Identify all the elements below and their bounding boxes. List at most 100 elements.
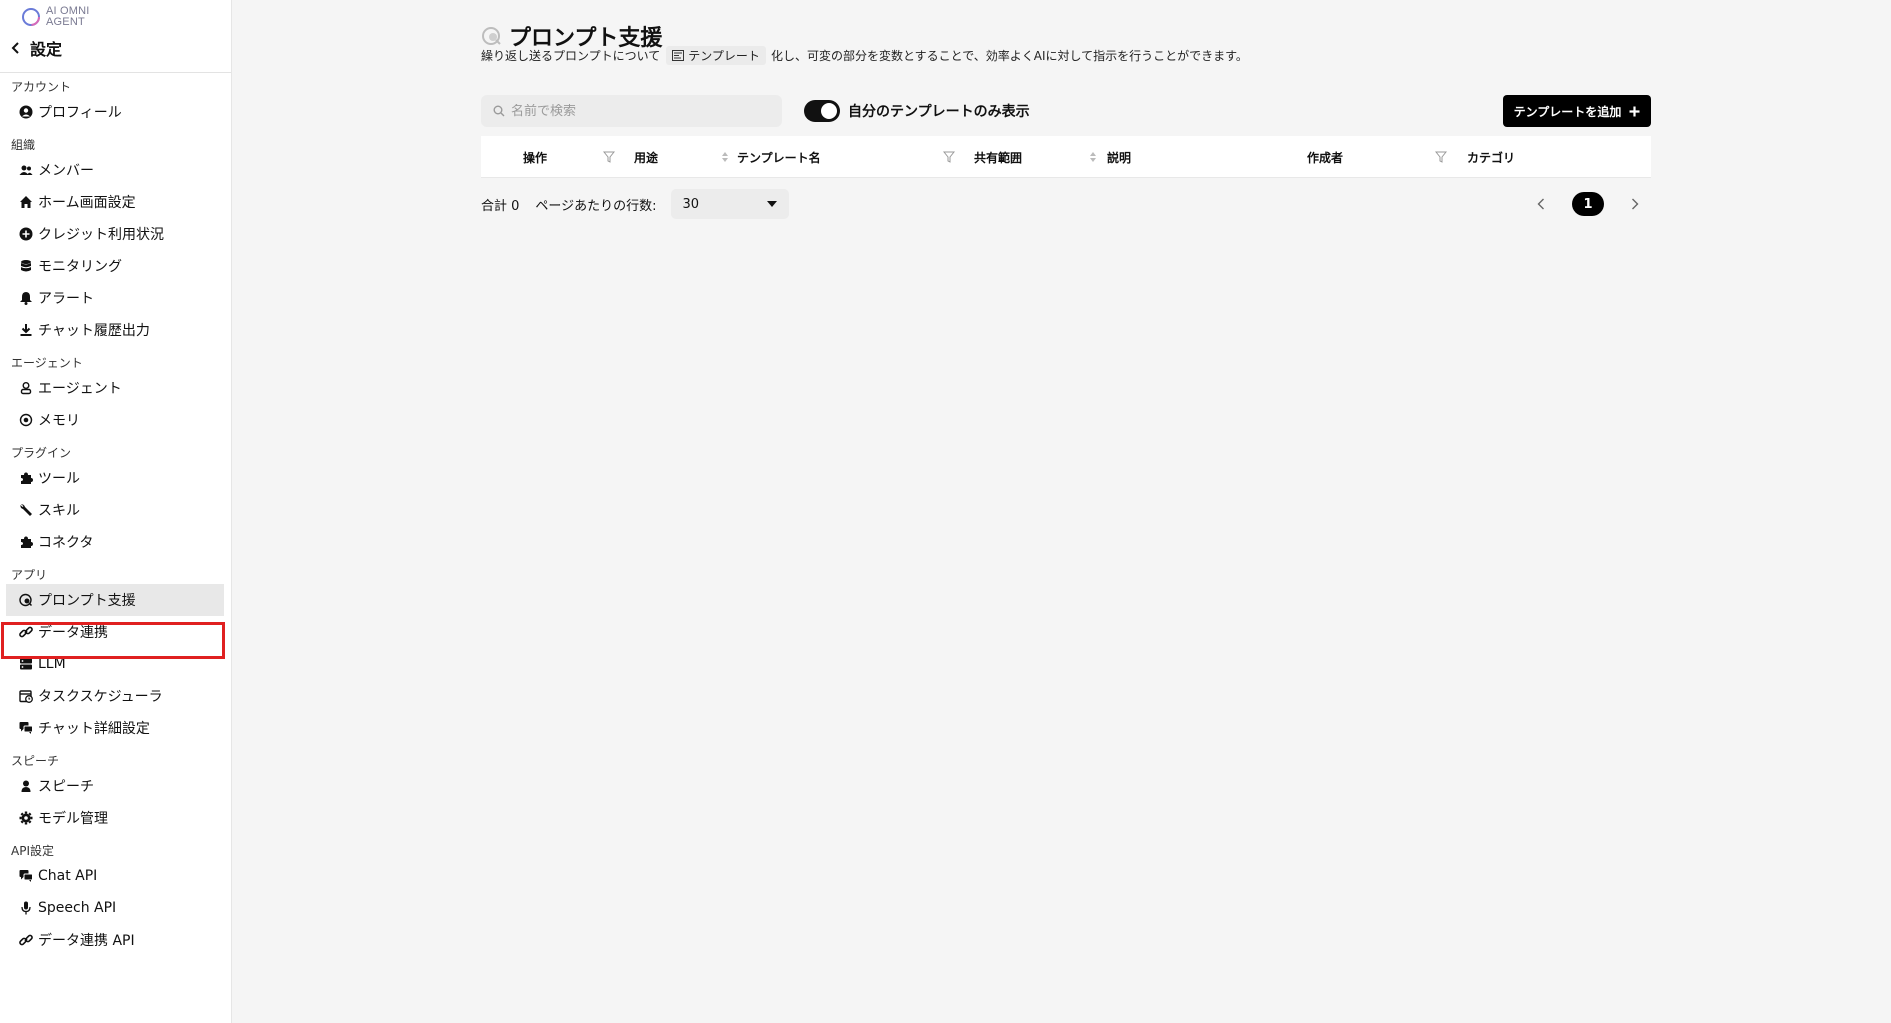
sidebar-item-skills[interactable]: スキル: [0, 494, 231, 526]
rows-per-page-select[interactable]: 30: [670, 189, 789, 219]
sidebar-item-connector[interactable]: コネクタ: [0, 526, 231, 558]
sidebar-item-label: スキル: [38, 503, 80, 519]
sidebar-item-label: ホーム画面設定: [38, 195, 136, 211]
sidebar-item-label: ツール: [38, 471, 80, 487]
sidebar-item-speech-api[interactable]: Speech API: [0, 892, 231, 924]
next-page-button[interactable]: [1619, 188, 1651, 220]
pagination: 1: [1525, 188, 1651, 220]
rows-per-page-label: ページあたりの行数:: [535, 198, 657, 214]
sidebar-item-label: クレジット利用状況: [38, 227, 164, 243]
desc-after: 化し、可変の部分を変数とすることで、効率よくAIに対して指示を行うことができます…: [770, 49, 1248, 63]
sidebar-item-label: データ連携: [38, 625, 108, 641]
sidebar-item-prompt-support[interactable]: プロンプト支援: [6, 584, 224, 616]
sidebar-item-label: モニタリング: [38, 259, 122, 275]
chat-icon: [19, 721, 33, 735]
add-template-button[interactable]: テンプレートを追加: [1503, 95, 1651, 127]
sidebar-item-alert[interactable]: アラート: [0, 282, 231, 314]
sidebar-item-chat-history-export[interactable]: チャット履歴出力: [0, 314, 231, 346]
sidebar-divider: [0, 72, 231, 73]
database-icon: [19, 259, 33, 273]
column-header-share-scope: 共有範囲: [974, 150, 1023, 165]
section-plugin: プラグイン: [11, 446, 72, 460]
table-header: 操作 用途 テンプレート名 共有範囲 説明 作成者 カテゴリ: [481, 136, 1651, 178]
page-number-current[interactable]: 1: [1572, 192, 1604, 216]
sidebar-item-label: プロンプト支援: [38, 593, 136, 609]
sidebar-item-label: データ連携 API: [38, 933, 135, 949]
search-input[interactable]: [511, 103, 761, 119]
template-icon: [672, 50, 685, 61]
sidebar-item-data-integration[interactable]: データ連携: [0, 616, 231, 648]
puzzle-icon: [19, 471, 33, 485]
sidebar-item-label: メンバー: [38, 163, 94, 179]
own-templates-toggle-group: 自分のテンプレートのみ表示: [804, 100, 1030, 122]
puzzle-icon: [19, 535, 33, 549]
sidebar-item-label: メモリ: [38, 413, 80, 429]
microphone-icon: [19, 901, 33, 915]
filter-icon[interactable]: [603, 150, 615, 164]
sidebar-item-monitoring[interactable]: モニタリング: [0, 250, 231, 282]
chevron-left-icon: [11, 42, 19, 54]
sidebar-item-home-settings[interactable]: ホーム画面設定: [0, 186, 231, 218]
sidebar-item-data-integration-api[interactable]: データ連携 API: [0, 924, 231, 956]
chevron-left-icon: [1537, 198, 1544, 210]
users-icon: [19, 163, 33, 177]
sidebar-item-chat-api[interactable]: Chat API: [0, 860, 231, 892]
section-organization: 組織: [11, 138, 36, 152]
sort-icon[interactable]: [1087, 150, 1099, 164]
section-api-settings: API設定: [11, 844, 54, 858]
sidebar-item-agent[interactable]: エージェント: [0, 372, 231, 404]
search-box[interactable]: [481, 95, 782, 127]
prev-page-button[interactable]: [1525, 188, 1557, 220]
gear-icon: [19, 811, 33, 825]
settings-title: 設定: [30, 40, 63, 59]
speaker-icon: [19, 779, 33, 793]
sidebar-item-label: エージェント: [38, 381, 122, 397]
sidebar-item-speech[interactable]: スピーチ: [0, 770, 231, 802]
link-icon: [19, 933, 33, 947]
sidebar-item-task-scheduler[interactable]: タスクスケジューラ: [0, 680, 231, 712]
agent-icon: [19, 381, 33, 395]
column-header-purpose: 用途: [634, 150, 659, 165]
template-tag-label: テンプレート: [688, 49, 760, 63]
section-app: アプリ: [11, 568, 48, 582]
chat-icon: [19, 869, 33, 883]
calendar-clock-icon: [19, 689, 33, 703]
app-logo[interactable]: AI OMNI AGENT: [20, 6, 90, 28]
sort-icon[interactable]: [719, 150, 731, 164]
credit-icon: [19, 227, 33, 241]
own-templates-toggle[interactable]: [804, 100, 840, 122]
section-speech: スピーチ: [11, 754, 60, 768]
column-header-category: カテゴリ: [1467, 150, 1516, 165]
column-header-template-name: テンプレート名: [737, 150, 821, 165]
chevron-right-icon: [1632, 198, 1639, 210]
wrench-icon: [19, 503, 33, 517]
download-icon: [19, 323, 33, 337]
add-template-label: テンプレートを追加: [1513, 104, 1622, 119]
back-to-settings[interactable]: 設定: [10, 36, 62, 60]
sidebar-item-label: スピーチ: [38, 779, 94, 795]
main-content: プロンプト支援 繰り返し送るプロンプトについて テンプレート 化し、可変の部分を…: [233, 4, 1886, 1020]
server-icon: [19, 657, 33, 671]
filter-icon[interactable]: [1435, 150, 1447, 164]
caret-down-icon: [766, 201, 777, 207]
sidebar-item-label: Chat API: [38, 868, 98, 884]
sidebar-sections: アカウント プロフィール 組織 メンバー ホーム画面設定 クレジット利用状況 モ…: [0, 74, 231, 956]
filter-icon[interactable]: [943, 150, 955, 164]
sidebar-item-members[interactable]: メンバー: [0, 154, 231, 186]
sidebar-item-label: コネクタ: [38, 535, 94, 551]
table-footer: 合計 0 ページあたりの行数: 30 1: [481, 188, 1651, 220]
sidebar-item-profile[interactable]: プロフィール: [0, 96, 231, 128]
sidebar-item-label: LLM: [38, 656, 66, 672]
section-account: アカウント: [11, 80, 72, 94]
sidebar-item-chat-settings[interactable]: チャット詳細設定: [0, 712, 231, 744]
sidebar-item-llm[interactable]: LLM: [0, 648, 231, 680]
sidebar-item-label: タスクスケジューラ: [38, 689, 163, 705]
rows-per-page-value: 30: [682, 196, 700, 212]
column-header-creator: 作成者: [1307, 150, 1344, 165]
memory-icon: [19, 413, 33, 427]
sidebar-item-memory[interactable]: メモリ: [0, 404, 231, 436]
sidebar-item-model-management[interactable]: モデル管理: [0, 802, 231, 834]
column-header-actions: 操作: [523, 150, 548, 165]
sidebar-item-tools[interactable]: ツール: [0, 462, 231, 494]
sidebar-item-credit-usage[interactable]: クレジット利用状況: [0, 218, 231, 250]
